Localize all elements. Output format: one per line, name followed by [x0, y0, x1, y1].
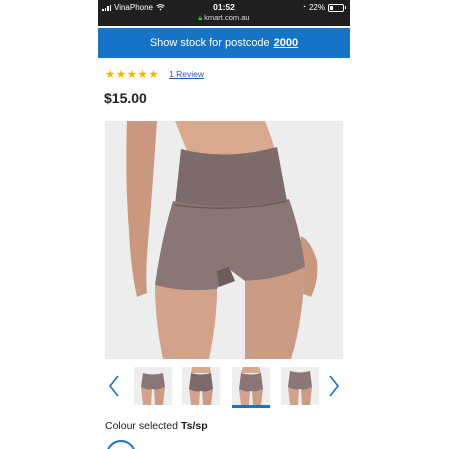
colour-selected: Colour selected Ts/sp: [105, 420, 208, 432]
show-stock-bar[interactable]: Show stock for postcode 2000: [98, 28, 350, 58]
show-stock-label: Show stock for postcode: [149, 37, 270, 49]
product-main-image[interactable]: [105, 121, 343, 359]
review-count-link[interactable]: 1 Review: [169, 69, 204, 79]
battery-icon: [328, 3, 346, 12]
url-text: kmart.com.au: [204, 13, 250, 22]
status-bar-right: ◔ 22%: [301, 3, 346, 12]
shorts-photo: [126, 121, 318, 359]
battery-percent: 22%: [308, 3, 325, 12]
colour-swatch[interactable]: [106, 440, 136, 449]
chevron-left-icon[interactable]: [108, 374, 120, 398]
colour-label: Colour selected: [105, 420, 178, 432]
product-rating: ★★★★★ 1 Review: [105, 67, 204, 81]
thumbnail-1[interactable]: [134, 367, 172, 405]
colour-value: Ts/sp: [180, 420, 208, 432]
thumbnail-1-image: [141, 373, 165, 405]
thumbnail-4[interactable]: [281, 367, 319, 405]
thumbnail-2[interactable]: [182, 367, 220, 405]
thumbnail-4-image: [288, 371, 312, 405]
orientation-lock-icon: ◔: [301, 4, 306, 11]
phone-screen: VinaPhone 01:52 🔒︎ kmart.com.au ◔ 22% Sho…: [98, 0, 350, 449]
thumbnail-gallery: [98, 364, 350, 412]
battery-fill: [330, 5, 333, 10]
status-bar: VinaPhone 01:52 🔒︎ kmart.com.au ◔ 22%: [98, 0, 350, 26]
thumbnail-3-selected[interactable]: [232, 367, 270, 408]
thumbnail-2-image: [189, 367, 213, 405]
lock-icon: 🔒︎: [198, 15, 203, 22]
chevron-right-icon[interactable]: [328, 374, 340, 398]
postcode-link[interactable]: 2000: [274, 37, 298, 49]
address-bar[interactable]: 🔒︎ kmart.com.au: [98, 13, 350, 23]
rating-stars: ★★★★★: [105, 69, 160, 81]
product-price: $15.00: [104, 90, 147, 106]
thumbnail-3-image: [239, 367, 263, 405]
